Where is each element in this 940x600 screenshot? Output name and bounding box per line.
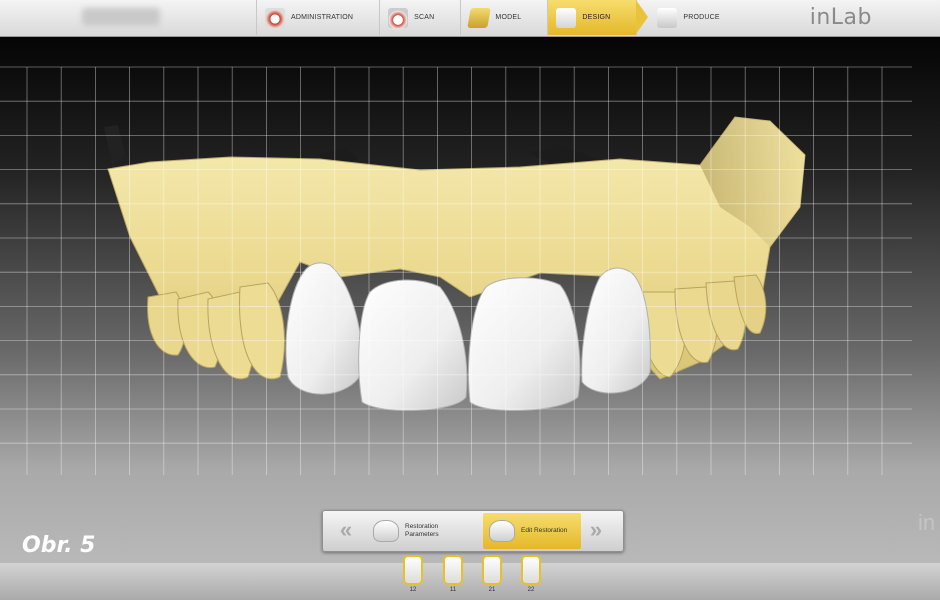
restoration-parameters-label: Restoration Parameters: [405, 523, 439, 538]
tooth-22-button[interactable]: [521, 555, 541, 585]
tooth-number: 11: [449, 587, 457, 593]
figure-caption: Obr. 5: [22, 533, 96, 558]
crown-11[interactable]: [358, 279, 468, 412]
step-scan[interactable]: SCAN: [379, 0, 460, 35]
tooth-edit-icon: [489, 520, 515, 542]
restoration-parameters-tab[interactable]: Restoration Parameters: [373, 513, 481, 549]
design-tooth-icon: [556, 7, 577, 28]
step-label: SCAN: [414, 14, 435, 21]
edit-restoration-tab[interactable]: Edit Restoration: [483, 513, 581, 549]
brand-logo: inLab: [809, 5, 872, 30]
dental-model-scene[interactable]: [0, 37, 940, 565]
inlab-watermark: in: [918, 510, 936, 535]
restoration-navigation: « Restoration Parameters Edit Restoratio…: [322, 510, 624, 552]
tooth-number: 12: [409, 587, 417, 593]
model-block-icon: [467, 7, 492, 28]
produce-block-icon: [657, 7, 678, 28]
tooth-number: 21: [488, 587, 496, 593]
step-label: ADMINISTRATION: [291, 14, 354, 21]
tooth-11-button[interactable]: [443, 555, 463, 585]
admin-teeth-icon: [265, 7, 285, 28]
step-model[interactable]: MODEL: [460, 0, 547, 35]
tooth-parameters-icon: [373, 520, 399, 542]
step-label: MODEL: [495, 14, 522, 21]
step-administration[interactable]: ADMINISTRATION: [256, 0, 379, 35]
tooth-12-button[interactable]: [403, 555, 423, 585]
edit-restoration-label: Edit Restoration: [521, 527, 568, 534]
blurred-logo: [82, 8, 160, 26]
tissue-fragment: [104, 125, 125, 167]
crown-22[interactable]: [581, 267, 651, 394]
tooth-21-button[interactable]: [482, 555, 502, 585]
step-design[interactable]: DESIGN: [547, 0, 649, 35]
3d-viewport[interactable]: [0, 37, 940, 565]
step-label: DESIGN: [582, 14, 611, 21]
next-step-button[interactable]: »: [579, 519, 609, 543]
step-produce[interactable]: PRODUCE: [636, 0, 745, 35]
scan-teeth-icon: [388, 7, 409, 28]
crown-21[interactable]: [468, 277, 581, 412]
previous-step-button[interactable]: «: [329, 519, 359, 543]
top-bar: ADMINISTRATION SCAN MODEL DESIGN PRODUCE…: [0, 0, 940, 37]
workflow-steps: ADMINISTRATION SCAN MODEL DESIGN PRODUCE: [256, 0, 746, 35]
step-label: PRODUCE: [683, 14, 720, 21]
tooth-selector-bar: [0, 563, 940, 600]
tooth-number: 22: [527, 587, 535, 593]
